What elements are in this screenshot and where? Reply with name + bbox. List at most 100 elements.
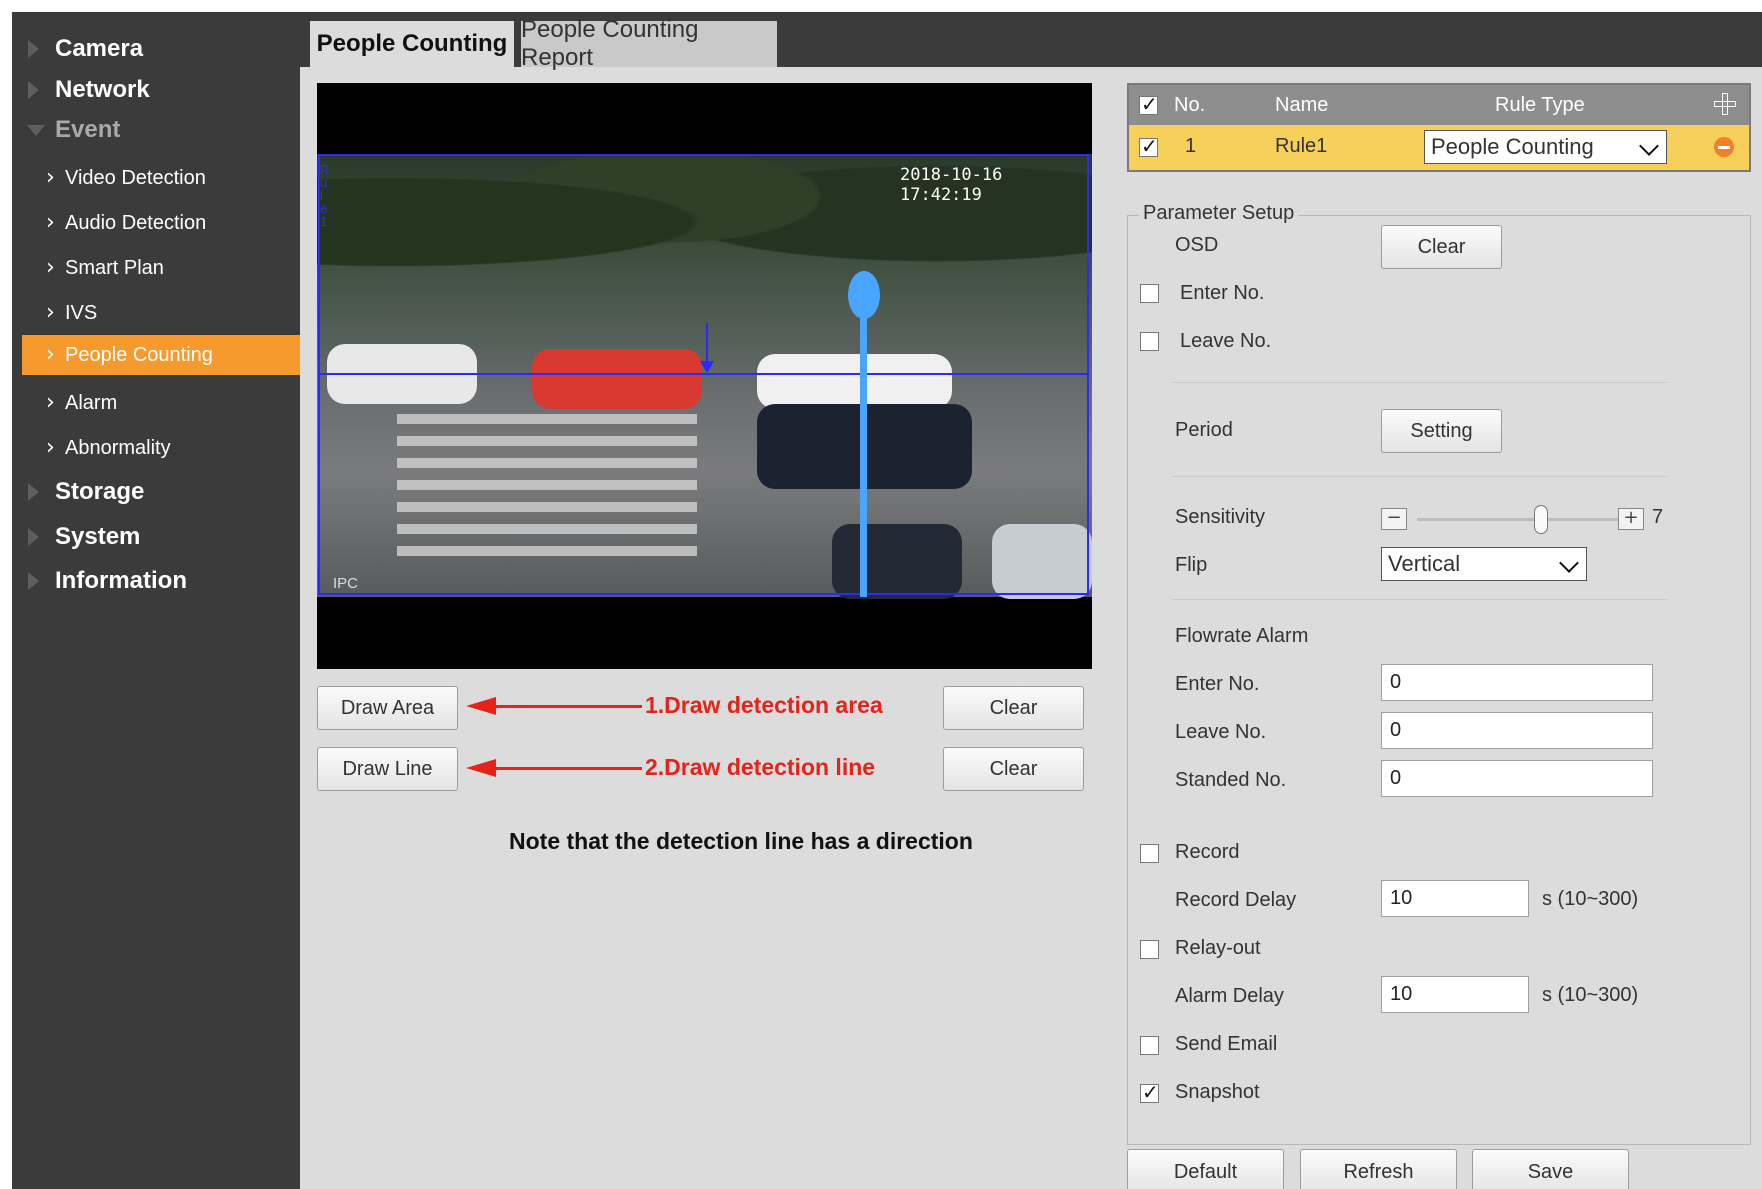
column-header-rule-type: Rule Type: [1495, 94, 1585, 116]
sidebar-item-event[interactable]: Event: [12, 108, 300, 152]
draw-line-button[interactable]: Draw Line: [317, 747, 458, 791]
snapshot-label: Snapshot: [1175, 1081, 1260, 1103]
chevron-right-icon: ›: [46, 342, 55, 367]
sidebar-item-label: System: [55, 523, 141, 550]
flowrate-enter-no-label: Enter No.: [1175, 673, 1260, 695]
sidebar-item-system[interactable]: System: [12, 515, 300, 559]
sidebar-item-network[interactable]: Network: [12, 68, 300, 112]
flowrate-leave-no-input[interactable]: 0: [1381, 712, 1653, 749]
sensitivity-slider-thumb[interactable]: [1533, 505, 1548, 534]
chevron-right-icon: ›: [46, 300, 55, 325]
flip-value: Vertical: [1388, 551, 1461, 576]
flowrate-enter-no-input[interactable]: 0: [1381, 664, 1653, 701]
osd-label: OSD: [1175, 234, 1219, 256]
expand-triangle-icon: [28, 40, 39, 58]
chevron-right-icon: ›: [46, 165, 55, 190]
send-email-checkbox[interactable]: [1140, 1036, 1159, 1055]
sidebar-item-video-detection[interactable]: › Video Detection: [22, 158, 300, 198]
sidebar-item-label: Event: [55, 116, 121, 143]
sidebar-item-label: Abnormality: [65, 436, 171, 459]
sidebar-item-information[interactable]: Information: [12, 559, 300, 603]
annotation-arrow-line: [490, 705, 642, 708]
sidebar-item-label: Network: [55, 76, 150, 103]
record-delay-label: Record Delay: [1175, 889, 1297, 911]
rule-name: Rule1: [1275, 135, 1328, 157]
sidebar-item-storage[interactable]: Storage: [12, 470, 300, 514]
record-delay-range: s (10~300): [1542, 888, 1639, 910]
sidebar-item-alarm[interactable]: › Alarm: [22, 383, 300, 423]
enter-no-checkbox[interactable]: [1140, 284, 1159, 303]
column-header-no: No.: [1174, 94, 1206, 116]
table-row[interactable]: 1 Rule1 People Counting: [1129, 125, 1749, 170]
tab-people-counting-report[interactable]: People Counting Report: [521, 16, 777, 71]
app-frame: Camera Network Event › Video Detection ›…: [12, 12, 1762, 1189]
period-setting-button[interactable]: Setting: [1381, 409, 1502, 453]
tab-people-counting[interactable]: People Counting: [310, 21, 514, 67]
annotation-draw-line: 2.Draw detection line: [645, 754, 876, 780]
sidebar-item-smart-plan[interactable]: › Smart Plan: [22, 248, 300, 288]
divider: [1172, 599, 1667, 600]
delete-rule-icon[interactable]: [1714, 137, 1734, 157]
row-checkbox[interactable]: [1139, 134, 1158, 158]
video-preview[interactable]: Rule1 2018-10-16 17:42:19 IPC: [317, 83, 1092, 669]
sensitivity-increase-button[interactable]: +: [1618, 508, 1644, 530]
expand-triangle-icon: [28, 528, 39, 546]
alarm-delay-label: Alarm Delay: [1175, 985, 1284, 1007]
record-checkbox[interactable]: [1140, 844, 1159, 863]
relay-out-checkbox[interactable]: [1140, 940, 1159, 959]
video-watermark: IPC: [333, 575, 359, 592]
sidebar-item-label: Camera: [55, 35, 144, 62]
select-all-checkbox[interactable]: [1139, 92, 1158, 116]
clear-area-button[interactable]: Clear: [943, 686, 1084, 730]
sensitivity-decrease-button[interactable]: −: [1381, 508, 1407, 530]
annotation-draw-area: 1.Draw detection area: [645, 692, 883, 718]
leave-no-checkbox[interactable]: [1140, 332, 1159, 351]
alarm-delay-input[interactable]: 10: [1381, 976, 1529, 1013]
refresh-button[interactable]: Refresh: [1300, 1149, 1457, 1189]
rule-table-header: No. Name Rule Type: [1129, 85, 1749, 125]
sidebar-item-label: People Counting: [65, 343, 213, 366]
sidebar-item-people-counting[interactable]: › People Counting: [22, 335, 300, 375]
chevron-right-icon: ›: [46, 390, 55, 415]
send-email-label: Send Email: [1175, 1033, 1278, 1055]
sidebar-item-label: Audio Detection: [65, 211, 207, 234]
expand-triangle-icon: [28, 81, 39, 99]
sensitivity-slider[interactable]: [1417, 518, 1623, 521]
chevron-down-icon: [1639, 136, 1659, 156]
chevron-right-icon: ›: [46, 435, 55, 460]
tab-bar: People Counting People Counting Report: [300, 12, 1762, 71]
detection-line: [318, 373, 1089, 375]
save-button[interactable]: Save: [1472, 1149, 1629, 1189]
alarm-delay-range: s (10~300): [1542, 984, 1639, 1006]
sidebar-item-ivs[interactable]: › IVS: [22, 293, 300, 333]
direction-arrowhead-icon: [700, 361, 714, 373]
sidebar-item-abnormality[interactable]: › Abnormality: [22, 428, 300, 468]
leave-no-label: Leave No.: [1180, 330, 1272, 352]
sidebar-item-label: Storage: [55, 478, 145, 505]
sensitivity-label: Sensitivity: [1175, 506, 1266, 528]
add-rule-icon[interactable]: [1714, 93, 1736, 115]
column-header-name: Name: [1275, 94, 1329, 116]
divider: [1172, 382, 1667, 383]
sidebar-item-camera[interactable]: Camera: [12, 27, 300, 71]
record-delay-input[interactable]: 10: [1381, 880, 1529, 917]
snapshot-checkbox[interactable]: [1140, 1080, 1159, 1104]
rule-type-value: People Counting: [1431, 134, 1594, 159]
expand-triangle-icon: [28, 572, 39, 590]
rule-table: No. Name Rule Type 1 Rule1 People Counti…: [1127, 83, 1751, 172]
draw-area-button[interactable]: Draw Area: [317, 686, 458, 730]
video-timestamp: 2018-10-16 17:42:19: [900, 165, 1003, 205]
flip-select[interactable]: Vertical: [1381, 547, 1587, 581]
rule-type-select[interactable]: People Counting: [1424, 130, 1667, 164]
rule-tag: Rule1: [320, 162, 330, 229]
default-button[interactable]: Default: [1127, 1149, 1284, 1189]
divider: [1172, 476, 1667, 477]
chevron-down-icon: [1559, 553, 1579, 573]
rule-no: 1: [1185, 135, 1197, 157]
clear-line-button[interactable]: Clear: [943, 747, 1084, 791]
sidebar-item-audio-detection[interactable]: › Audio Detection: [22, 203, 300, 243]
flip-label: Flip: [1175, 554, 1208, 576]
osd-clear-button[interactable]: Clear: [1381, 225, 1502, 269]
standed-no-input[interactable]: 0: [1381, 760, 1653, 797]
sidebar: Camera Network Event › Video Detection ›…: [12, 12, 300, 1189]
